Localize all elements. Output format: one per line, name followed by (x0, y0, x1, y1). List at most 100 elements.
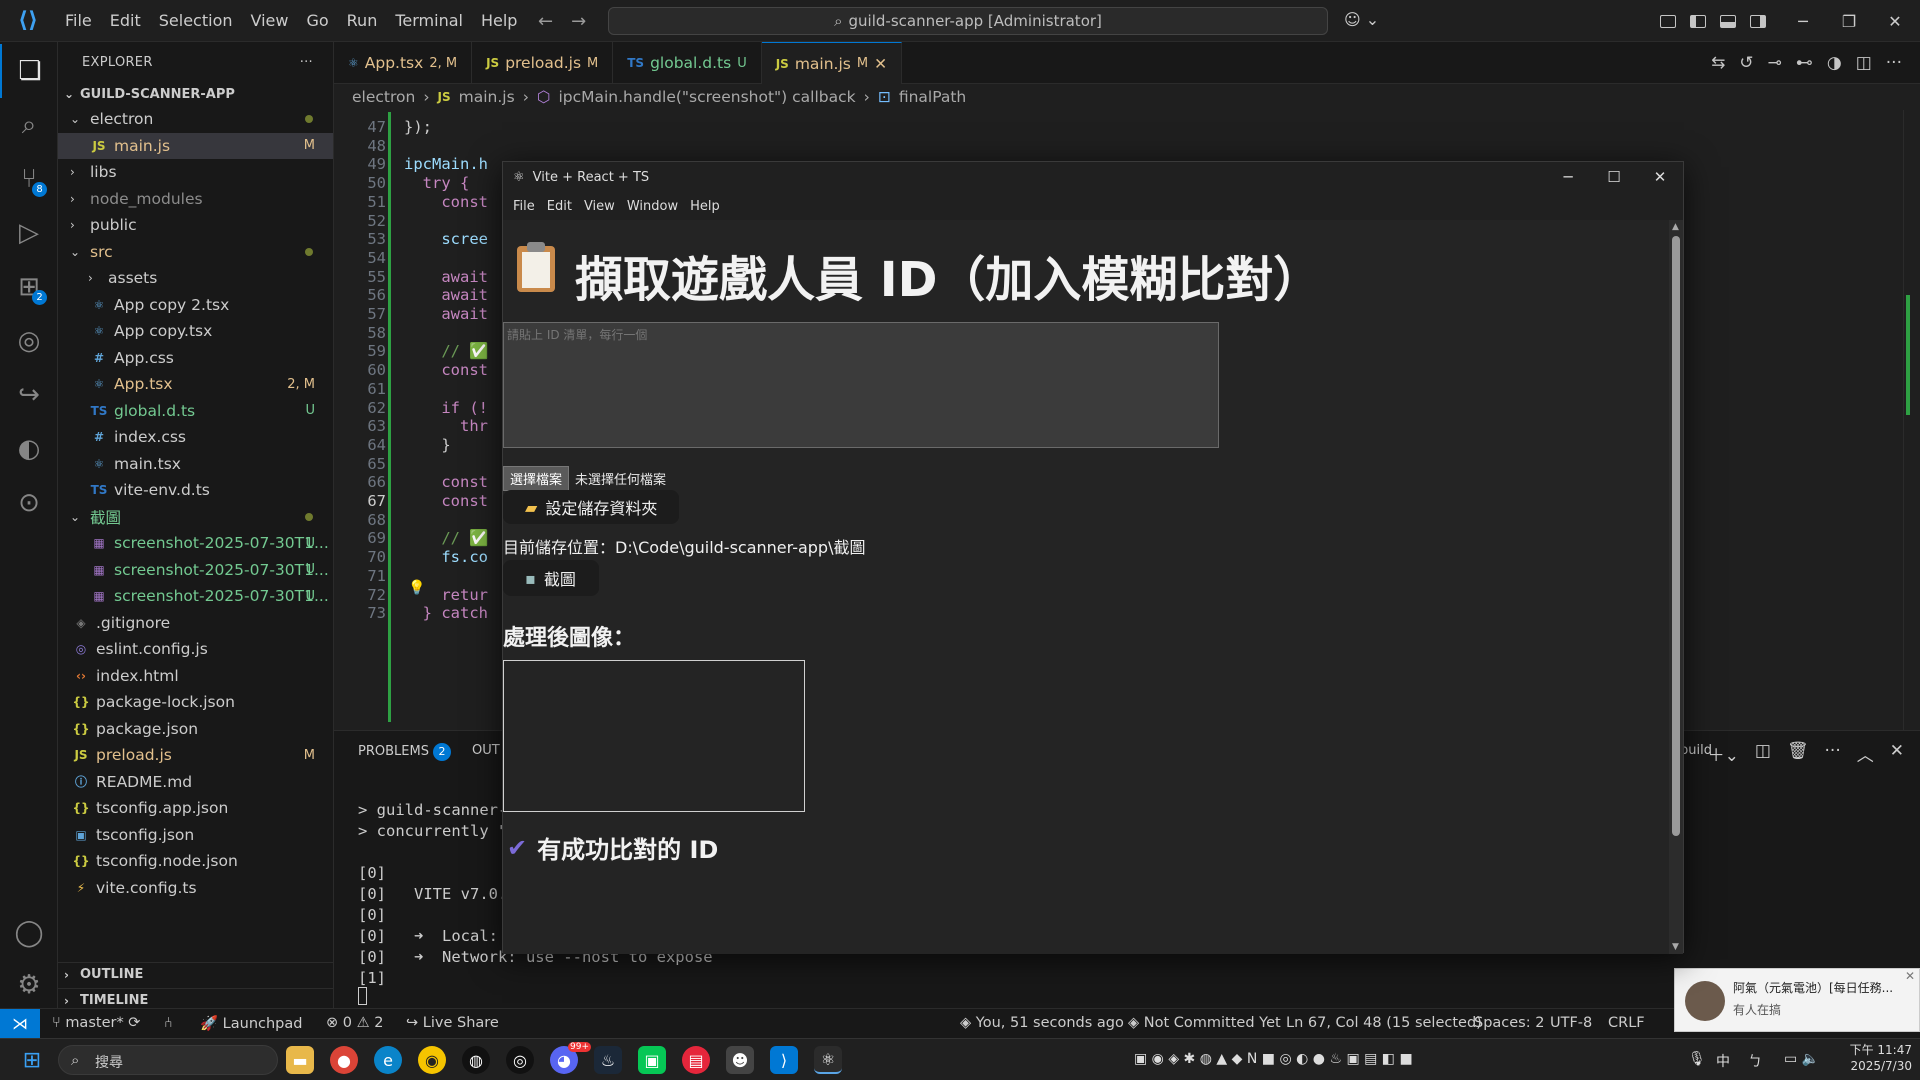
extensions-icon[interactable]: ⊞ 2 (0, 260, 58, 314)
open-changes-icon[interactable]: ⇆ (1711, 53, 1725, 73)
back-arrow-icon[interactable]: ← (538, 11, 553, 32)
tree-item-libs[interactable]: › libs (58, 159, 333, 186)
toast-notification[interactable]: 阿氣（元氣電池）[每日任務... 有人在搞 ✕ (1674, 968, 1920, 1032)
cursor-position[interactable]: Ln 67, Col 48 (15 selected) (1286, 1015, 1482, 1031)
problems-tab[interactable]: PROBLEMS 2 (358, 743, 451, 761)
code-line[interactable]: scree (404, 230, 488, 248)
app-icon[interactable]: ☻ (726, 1046, 754, 1074)
settings-gear-icon[interactable]: ⚙ (0, 958, 58, 1012)
commit-status[interactable]: ◈ Not Committed Yet (1128, 1015, 1281, 1031)
vscode-taskbar-icon[interactable]: ⟩ (770, 1046, 798, 1074)
tree-item-readme-md[interactable]: ⓘ README.md (58, 769, 333, 796)
breadcrumb-item[interactable]: electron (352, 88, 415, 106)
code-line[interactable]: await (404, 286, 488, 304)
menu-run[interactable]: Run (338, 11, 387, 30)
gitlens-compare-icon[interactable]: ◑ (1827, 53, 1842, 73)
split-terminal-icon[interactable]: ◫ (1755, 741, 1771, 766)
tree-item-screenshot-2025-07-30t1[interactable]: ▦ screenshot-2025-07-30T1... U (58, 583, 333, 610)
menu-help[interactable]: Help (472, 11, 526, 30)
breadcrumb-item[interactable]: finalPath (899, 88, 966, 106)
ime-indicator[interactable]: 中 (1716, 1051, 1730, 1071)
minimize-icon[interactable]: ─ (1545, 162, 1591, 192)
run-debug-icon[interactable]: ▷ (0, 206, 58, 260)
git-blame-status[interactable]: ◈ You, 51 seconds ago (960, 1015, 1124, 1031)
git-graph-icon[interactable]: ⊙ (0, 476, 58, 530)
previous-change-icon[interactable]: ⊸ (1768, 53, 1782, 73)
app-menu-file[interactable]: File (507, 199, 541, 214)
source-control-icon[interactable]: ⑂ 8 (0, 152, 58, 206)
scroll-up-icon[interactable]: ▲ (1672, 222, 1679, 232)
code-line[interactable]: } (404, 436, 450, 454)
menu-terminal[interactable]: Terminal (386, 11, 472, 30)
app-menu-help[interactable]: Help (684, 199, 726, 214)
code-line[interactable]: await (404, 305, 488, 323)
app-icon[interactable]: ◍ (462, 1046, 490, 1074)
launchpad-status[interactable]: 🚀 Launchpad (200, 1015, 302, 1032)
id-list-textarea[interactable] (503, 322, 1219, 448)
close-panel-icon[interactable]: ✕ (1890, 741, 1904, 766)
tree-item-截圖[interactable]: ⌄ 截圖 (58, 504, 333, 531)
ime-mode-icon[interactable]: ㄅ (1748, 1051, 1762, 1071)
code-line[interactable]: ipcMain.h (404, 155, 488, 173)
copilot-icon[interactable]: ☺ ⌄ (1344, 10, 1379, 29)
tree-item-vite-config-ts[interactable]: ⚡ vite.config.ts (58, 875, 333, 902)
restore-icon[interactable]: ❐ (1826, 12, 1872, 31)
toggle-panel-icon[interactable] (1720, 14, 1736, 28)
choose-file-button[interactable]: 選擇檔案 (503, 465, 570, 491)
search-icon[interactable]: ⌕ (0, 98, 58, 152)
gitlens-icon[interactable]: ◐ (0, 422, 58, 476)
menu-selection[interactable]: Selection (150, 11, 242, 30)
tree-item-preload-js[interactable]: JS preload.js M (58, 742, 333, 769)
more-actions-icon[interactable]: ··· (300, 55, 313, 70)
line-ending[interactable]: CRLF (1608, 1015, 1645, 1031)
tree-item-public[interactable]: › public (58, 212, 333, 239)
tree-item-eslint-config-js[interactable]: ◎ eslint.config.js (58, 636, 333, 663)
edge-icon[interactable]: e (374, 1046, 402, 1074)
new-terminal-icon[interactable]: ＋⌄ (1708, 741, 1739, 766)
output-tab[interactable]: OUT (472, 743, 500, 758)
tree-item-index-css[interactable]: # index.css (58, 424, 333, 451)
tab-app-tsx[interactable]: ⚛ App.tsx 2, M (334, 42, 473, 84)
tree-item-src[interactable]: ⌄ src (58, 239, 333, 266)
toggle-secondary-sidebar-icon[interactable] (1750, 14, 1766, 28)
tree-item-app-copy-2-tsx[interactable]: ⚛ App copy 2.tsx (58, 292, 333, 319)
indentation[interactable]: Spaces: 2 (1474, 1015, 1544, 1031)
git-graph-status-icon[interactable]: ⑃ (164, 1015, 173, 1031)
maximize-icon[interactable]: ☐ (1591, 162, 1637, 192)
microphone-icon[interactable]: 🎙 (1688, 1051, 1706, 1067)
editor-scrollbar[interactable] (1903, 110, 1911, 730)
menu-file[interactable]: File (56, 11, 101, 30)
more-actions-icon[interactable]: ··· (1886, 53, 1902, 73)
menu-edit[interactable]: Edit (101, 11, 150, 30)
tree-item-tsconfig-json[interactable]: ▣ tsconfig.json (58, 822, 333, 849)
app-menu-window[interactable]: Window (621, 199, 684, 214)
electron-app-icon[interactable]: ⚛ (814, 1046, 842, 1074)
clock[interactable]: 下午 11:47 2025/7/30 (1842, 1042, 1912, 1074)
customize-layout-icon[interactable] (1660, 14, 1676, 28)
tree-item-electron[interactable]: ⌄ electron (58, 106, 333, 133)
tree-item-tsconfig-app-json[interactable]: {} tsconfig.app.json (58, 795, 333, 822)
code-line[interactable]: const (404, 193, 488, 211)
revert-icon[interactable]: ↺ (1739, 53, 1753, 73)
code-line[interactable]: } catch (404, 604, 488, 622)
tab-preload-js[interactable]: JS preload.js M (472, 42, 614, 84)
app-icon[interactable]: ▤ (682, 1046, 710, 1074)
workspace-root[interactable]: ⌄ GUILD-SCANNER-APP (58, 82, 333, 106)
tree-item-vite-env-d-ts[interactable]: TS vite-env.d.ts (58, 477, 333, 504)
forward-arrow-icon[interactable]: → (571, 11, 586, 32)
tree-item-app-tsx[interactable]: ⚛ App.tsx 2, M (58, 371, 333, 398)
code-line[interactable]: if (! (404, 399, 488, 417)
next-change-icon[interactable]: ⊷ (1796, 53, 1813, 73)
app-icon[interactable]: ◎ (506, 1046, 534, 1074)
minimize-icon[interactable]: ─ (1780, 12, 1826, 31)
code-line[interactable]: fs.co (404, 548, 488, 566)
screenshot-button[interactable]: ▪ 截圖 (503, 560, 599, 596)
scroll-thumb[interactable] (1672, 236, 1680, 836)
network-volume-icon[interactable]: ▭ 🔈 (1784, 1051, 1819, 1067)
tab-global-d-ts[interactable]: TS global.d.ts U (613, 42, 762, 84)
line-icon[interactable]: ▣ (638, 1046, 666, 1074)
scroll-down-icon[interactable]: ▼ (1672, 942, 1679, 952)
breadcrumb-item[interactable]: ipcMain.handle("screenshot") callback (558, 88, 855, 106)
taskbar-search[interactable]: ⌕ 搜尋 (58, 1045, 278, 1075)
close-icon[interactable]: ✕ (1905, 969, 1915, 983)
